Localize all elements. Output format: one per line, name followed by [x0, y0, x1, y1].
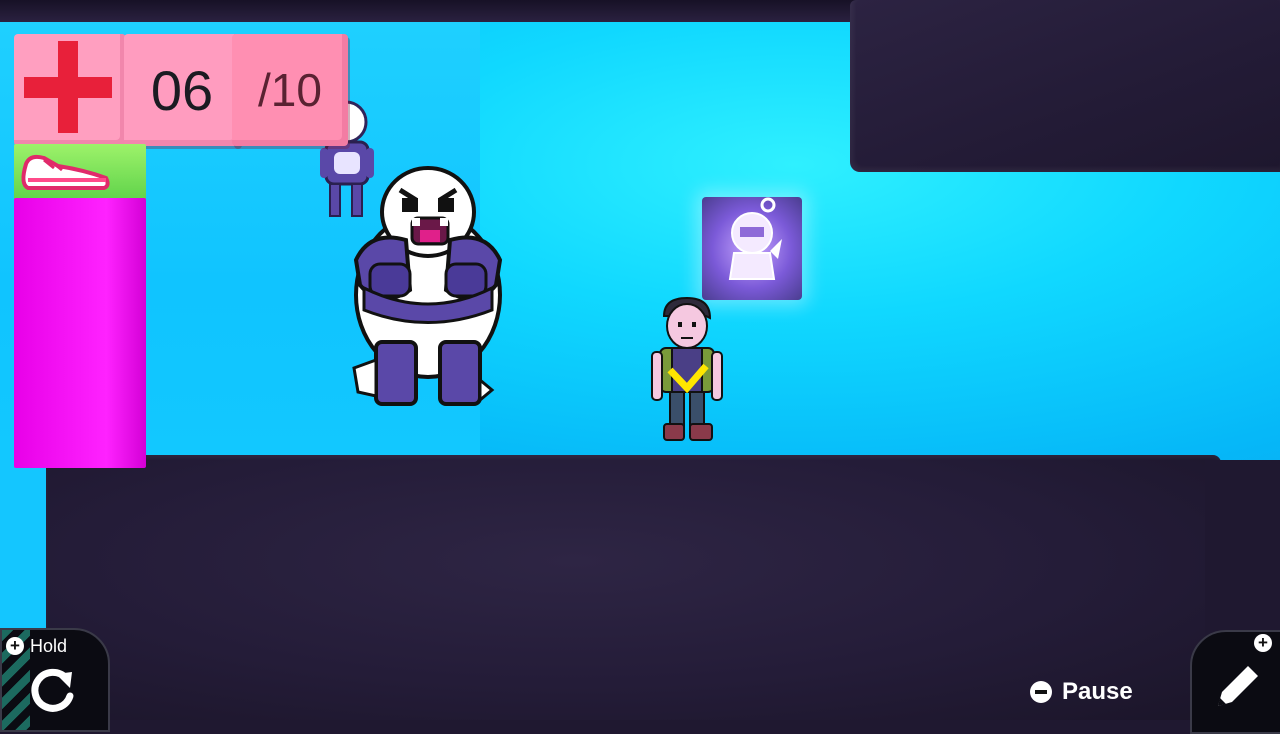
health-current: 06 [124, 34, 240, 146]
plus-button-icon: + [6, 637, 24, 655]
glowing-character-card[interactable] [702, 197, 802, 300]
rotate-icon [31, 668, 74, 712]
player-character[interactable] [650, 296, 724, 444]
magenta-meter-bar [14, 198, 146, 468]
health-max: /10 [232, 34, 348, 146]
red-cross-icon-bar [24, 77, 112, 98]
panda-monster-character [352, 166, 503, 406]
hold-label: Hold [30, 636, 68, 656]
sneaker-icon [21, 154, 110, 190]
minus-button-icon [1030, 681, 1052, 703]
plus-button-icon-edit: + [1254, 634, 1272, 652]
pause-control[interactable]: Pause [1030, 678, 1133, 706]
pencil-icon [1218, 666, 1258, 706]
ghost-girl-icon [728, 197, 782, 280]
dark-wall-block [850, 0, 1280, 172]
pause-label: Pause [1062, 678, 1133, 705]
speed-stat-box [14, 144, 146, 202]
